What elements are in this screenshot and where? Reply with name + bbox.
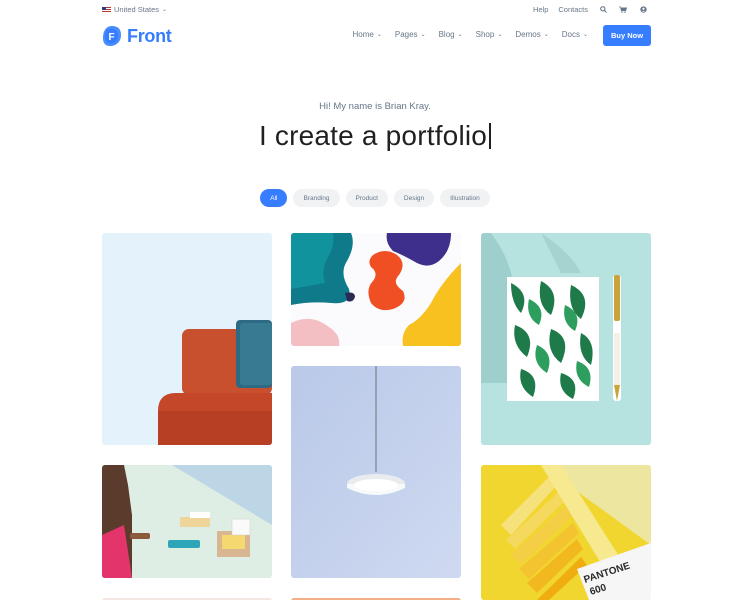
- filter-branding[interactable]: Branding: [293, 189, 340, 207]
- brand-logo[interactable]: F Front: [102, 25, 172, 47]
- nav-item-shop[interactable]: Shop ⌄: [476, 30, 503, 39]
- chevron-down-icon: ⌄: [162, 7, 168, 13]
- abstract-shapes-image: [291, 233, 461, 346]
- filter-product[interactable]: Product: [345, 189, 388, 207]
- help-link[interactable]: Help: [533, 5, 548, 14]
- user-icon[interactable]: [638, 6, 648, 13]
- nav-item-label: Docs: [561, 30, 580, 39]
- nav-item-label: Home: [352, 30, 374, 39]
- chevron-down-icon: ⌄: [420, 32, 426, 38]
- nav-item-blog[interactable]: Blog ⌄: [439, 30, 463, 39]
- nav-item-label: Pages: [394, 30, 418, 39]
- chevron-down-icon: ⌄: [582, 32, 588, 38]
- nav-menu: Home ⌄ Pages ⌄ Blog ⌄ Shop ⌄ Demos ⌄ Docs ⌄: [353, 30, 589, 39]
- nav-item-home[interactable]: Home ⌄: [353, 30, 382, 39]
- portfolio-item-product-box[interactable]: [102, 465, 272, 578]
- top-bar: United States ⌄ Help Contacts: [0, 0, 750, 22]
- chevron-down-icon: ⌄: [543, 32, 549, 38]
- nav-item-label: Blog: [438, 30, 455, 39]
- chevron-down-icon: ⌄: [497, 32, 503, 38]
- notebook-image: [481, 233, 651, 445]
- typing-cursor: [489, 123, 492, 149]
- pendant-lamp-image: [291, 366, 461, 578]
- top-links: Help Contacts: [533, 5, 648, 14]
- search-icon[interactable]: [598, 6, 608, 13]
- buy-now-button[interactable]: Buy Now: [603, 25, 651, 46]
- us-flag-icon: [102, 6, 111, 13]
- nav-item-label: Shop: [475, 30, 495, 39]
- front-logo-icon: F: [102, 25, 122, 47]
- hero-greeting: Hi! My name is Brian Kray.: [319, 101, 431, 112]
- filter-design[interactable]: Design: [393, 189, 435, 207]
- svg-text:F: F: [109, 32, 115, 43]
- sofa-image: [102, 233, 272, 445]
- filter-all[interactable]: All: [260, 189, 288, 207]
- contacts-link[interactable]: Contacts: [558, 5, 588, 14]
- nav-item-demos[interactable]: Demos ⌄: [515, 30, 548, 39]
- cart-icon[interactable]: [618, 6, 628, 13]
- chevron-down-icon: ⌄: [457, 32, 463, 38]
- portfolio-item-sofa[interactable]: [102, 233, 272, 445]
- portfolio-item-notebook[interactable]: [481, 233, 651, 445]
- portfolio-filters: All Branding Product Design Illustration: [0, 189, 750, 207]
- product-box-image: [102, 465, 272, 578]
- nav-item-docs[interactable]: Docs ⌄: [562, 30, 588, 39]
- chevron-down-icon: ⌄: [376, 32, 382, 38]
- language-selector[interactable]: United States ⌄: [102, 5, 167, 14]
- portfolio-item-pendant-lamp[interactable]: [291, 366, 461, 578]
- portfolio-item-abstract-shapes[interactable]: [291, 233, 461, 346]
- hero-headline-text: I create a portfolio: [258, 120, 488, 151]
- hero-headline: I create a portfolio: [0, 120, 750, 152]
- pantone-swatch-image: PANTONE 600: [481, 465, 651, 600]
- portfolio-item-pantone[interactable]: PANTONE 600: [481, 465, 651, 600]
- nav-item-label: Demos: [515, 30, 541, 39]
- language-label: United States: [114, 5, 160, 14]
- nav-item-pages[interactable]: Pages ⌄: [395, 30, 426, 39]
- filter-illustration[interactable]: Illustration: [440, 189, 490, 207]
- brand-name: Front: [127, 25, 172, 46]
